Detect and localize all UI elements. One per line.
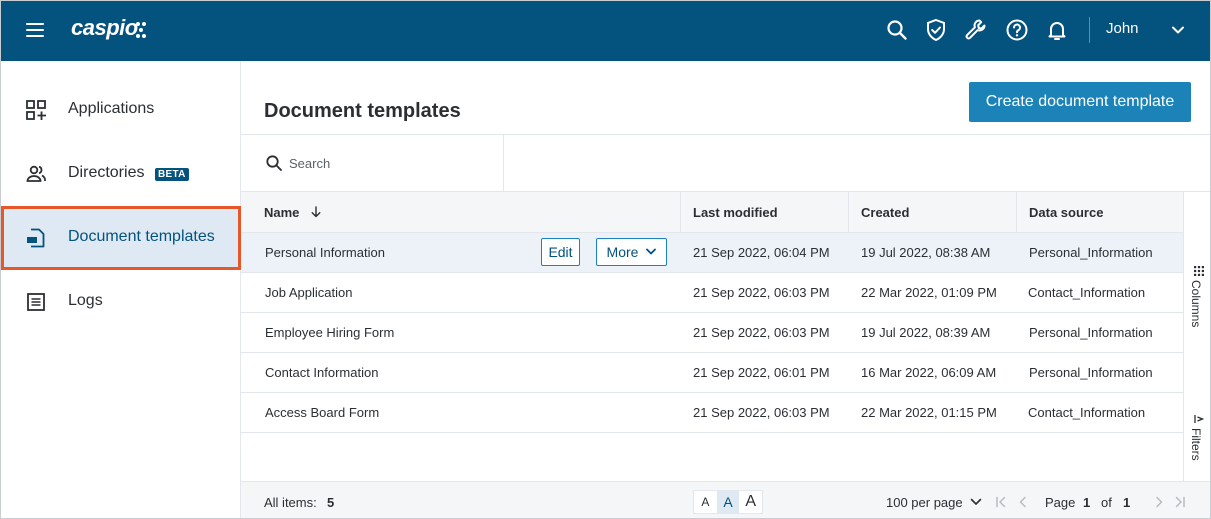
app-window: caspio John Applications Directories BET… <box>0 0 1211 519</box>
column-header-created[interactable]: Created <box>848 192 1016 233</box>
column-header-label: Created <box>861 205 910 220</box>
next-page-icon[interactable] <box>1153 496 1165 508</box>
columns-label: Columns <box>1189 280 1203 328</box>
first-page-icon[interactable] <box>995 496 1007 508</box>
page-current: 1 <box>1083 495 1091 510</box>
tab-columns[interactable]: Columns <box>1184 262 1210 342</box>
logo-mark-icon <box>136 22 146 38</box>
cell-created: 22 Mar 2022, 01:09 PM <box>861 285 997 300</box>
sidebar-item-document-templates[interactable]: Document templates <box>1 206 241 270</box>
edit-button[interactable]: Edit <box>541 238 580 266</box>
cell-last-modified: 21 Sep 2022, 06:03 PM <box>693 285 830 300</box>
table-row[interactable]: Job Application 21 Sep 2022, 06:03 PM 22… <box>241 273 1183 313</box>
menu-icon[interactable] <box>26 23 44 37</box>
sidebar-item-label: Logs <box>68 292 103 309</box>
text-size-large-button[interactable]: A <box>739 491 762 513</box>
filter-icon <box>1194 415 1204 423</box>
sort-down-arrow-icon <box>311 206 321 218</box>
text-size-small-button[interactable]: A <box>694 491 717 513</box>
create-document-template-button[interactable]: Create document template <box>969 82 1191 122</box>
cell-data-source: Contact_Information <box>1028 405 1146 420</box>
last-page-icon[interactable] <box>1174 496 1186 508</box>
cell-last-modified: 21 Sep 2022, 06:03 PM <box>693 405 830 420</box>
table-toolbar <box>241 134 1210 192</box>
table-row[interactable]: Access Board Form 21 Sep 2022, 06:03 PM … <box>241 393 1183 433</box>
page-of-label: of <box>1101 495 1112 510</box>
table-row[interactable]: Personal Information Edit More 21 Sep 20… <box>241 233 1183 273</box>
search-input[interactable] <box>289 151 489 175</box>
cell-last-modified: 21 Sep 2022, 06:04 PM <box>693 245 830 260</box>
chevron-down-icon <box>646 248 657 255</box>
cell-data-source: Personal_Information <box>1029 365 1153 380</box>
sidebar-item-applications[interactable]: Applications <box>1 78 241 142</box>
columns-icon <box>1194 266 1204 276</box>
cell-data-source: Personal_Information <box>1029 325 1153 340</box>
sidebar-item-directories[interactable]: Directories BETA <box>1 142 241 206</box>
sidebar-item-logs[interactable]: Logs <box>1 270 241 334</box>
page-title: Document templates <box>264 100 461 122</box>
user-name[interactable]: John <box>1106 20 1139 37</box>
cell-created: 22 Mar 2022, 01:15 PM <box>861 405 997 420</box>
cell-created: 19 Jul 2022, 08:38 AM <box>861 245 991 260</box>
cell-name: Employee Hiring Form <box>265 325 395 340</box>
topbar-divider <box>1089 17 1090 43</box>
page-total: 1 <box>1123 495 1131 510</box>
sidebar: Applications Directories BETA Document t… <box>1 61 241 518</box>
column-header-data-source[interactable]: Data source <box>1016 192 1183 233</box>
list-icon <box>27 293 45 311</box>
text-size-medium-button[interactable]: A <box>716 491 740 513</box>
search-box <box>241 135 504 192</box>
wrench-icon[interactable] <box>963 17 989 43</box>
help-icon[interactable] <box>1004 17 1030 43</box>
all-items-count: 5 <box>327 495 335 510</box>
cell-data-source: Contact_Information <box>1028 285 1146 300</box>
apps-add-icon <box>26 100 46 120</box>
column-header-last-modified[interactable]: Last modified <box>680 192 848 233</box>
more-button-label: More <box>606 244 639 260</box>
cell-data-source: Personal_Information <box>1029 245 1153 260</box>
cell-last-modified: 21 Sep 2022, 06:03 PM <box>693 325 830 340</box>
column-header-label: Last modified <box>693 205 778 220</box>
cell-created: 16 Mar 2022, 06:09 AM <box>861 365 997 380</box>
bell-icon[interactable] <box>1044 17 1070 43</box>
users-icon <box>26 165 46 182</box>
top-bar: caspio John <box>1 1 1210 61</box>
column-header-name[interactable]: Name <box>241 192 680 233</box>
all-items-label: All items: <box>264 495 317 510</box>
sidebar-item-label: Directories <box>68 164 145 181</box>
search-icon <box>266 155 282 171</box>
search-icon[interactable] <box>884 17 910 43</box>
previous-page-icon[interactable] <box>1017 496 1029 508</box>
cell-last-modified: 21 Sep 2022, 06:01 PM <box>693 365 830 380</box>
cell-name: Job Application <box>265 285 353 300</box>
main-content: Document templates Create document templ… <box>241 61 1210 518</box>
sidebar-item-label: Applications <box>68 100 155 117</box>
more-button[interactable]: More <box>596 238 667 266</box>
cell-name: Access Board Form <box>265 405 380 420</box>
cell-name: Contact Information <box>265 365 379 380</box>
caspio-logo[interactable]: caspio <box>71 15 138 41</box>
chevron-down-icon[interactable] <box>970 496 982 508</box>
document-icon <box>27 228 45 248</box>
column-header-label: Name <box>264 205 300 220</box>
table-header: Name Last modified Created Data source <box>241 192 1183 233</box>
beta-badge: BETA <box>155 168 189 181</box>
table-side-panel: Columns Filters <box>1183 192 1210 481</box>
table-row[interactable]: Contact Information 21 Sep 2022, 06:01 P… <box>241 353 1183 393</box>
sidebar-item-label: Document templates <box>68 228 215 245</box>
shield-check-icon[interactable] <box>923 17 949 43</box>
cell-name: Personal Information <box>265 245 385 260</box>
cell-created: 19 Jul 2022, 08:39 AM <box>861 325 991 340</box>
page-label: Page <box>1045 495 1076 510</box>
table-row[interactable]: Employee Hiring Form 21 Sep 2022, 06:03 … <box>241 313 1183 353</box>
tab-filters[interactable]: Filters <box>1184 412 1210 476</box>
per-page-select[interactable]: 100 per page <box>886 495 963 510</box>
text-size-switcher: A A A <box>693 490 763 514</box>
chevron-down-icon[interactable] <box>1171 23 1185 37</box>
column-header-label: Data source <box>1029 205 1104 220</box>
filters-label: Filters <box>1189 428 1203 461</box>
table-footer: All items: 5 A A A 100 per page Page 1 o… <box>241 481 1210 518</box>
